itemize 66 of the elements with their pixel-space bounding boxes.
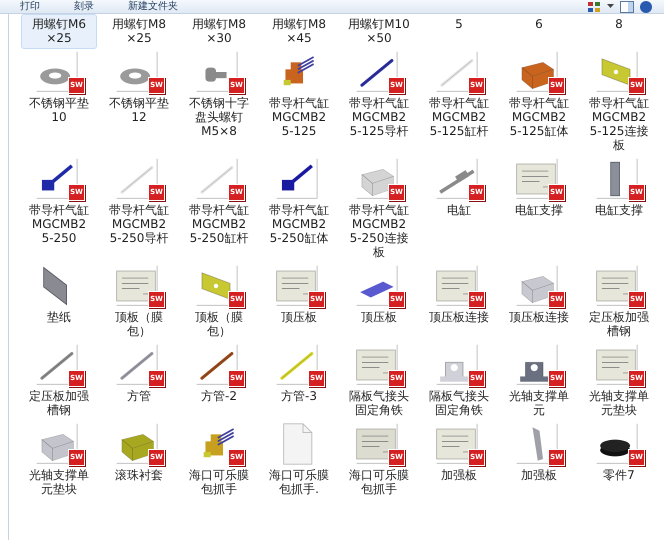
file-name: 5	[455, 17, 463, 31]
file-item[interactable]: 用螺钉M6 ×25	[21, 14, 97, 49]
file-name: 方管	[127, 389, 151, 403]
file-name: 顶压板连接	[429, 310, 489, 324]
file-item[interactable]: 带导杆气缸 MGCMB2 5-250缸体	[261, 156, 337, 249]
toolbar-button[interactable]: 打印	[20, 0, 40, 13]
toolbar-button[interactable]: 新建文件夹	[128, 0, 178, 13]
file-name: 顶板（膜 包）	[195, 310, 243, 338]
file-name: 不锈钢平垫 10	[29, 96, 89, 124]
file-name: 海口可乐膜 包抓手.	[269, 468, 329, 496]
file-name: 加强板	[441, 468, 477, 482]
file-name: 用螺钉M6 ×25	[32, 17, 86, 45]
file-name: 电缸	[447, 203, 471, 217]
file-name: 6	[535, 17, 543, 31]
file-item[interactable]: 6	[501, 14, 577, 35]
file-item[interactable]: 用螺钉M8 ×25	[101, 14, 177, 49]
file-name: 不锈钢平垫 12	[109, 96, 169, 124]
file-name: 8	[615, 17, 623, 31]
file-item[interactable]: 海口可乐膜 包抓手.	[261, 421, 337, 500]
file-name: 方管-3	[281, 389, 317, 403]
file-name: 带导杆气缸 MGCMB2 5-125缸体	[509, 96, 569, 138]
file-name: 隔板气接头 固定角铁	[429, 389, 489, 417]
file-name: 用螺钉M8 ×30	[192, 17, 246, 45]
file-item[interactable]: 用螺钉M10 ×50	[341, 14, 417, 49]
file-name: 用螺钉M10 ×50	[348, 17, 410, 45]
file-name: 不锈钢十字 盘头螺钉 M5×8	[189, 96, 249, 138]
file-name: 带导杆气缸 MGCMB2 5-250导杆	[109, 203, 169, 245]
file-name: 带导杆气缸 MGCMB2 5-250连接 板	[349, 203, 409, 259]
file-name: 带导杆气缸 MGCMB2 5-250	[29, 203, 89, 245]
file-item[interactable]: 用螺钉M8 ×45	[261, 14, 337, 49]
file-name: 带导杆气缸 MGCMB2 5-125缸杆	[429, 96, 489, 138]
file-name: 顶压板连接	[509, 310, 569, 324]
file-name: 带导杆气缸 MGCMB2 5-250缸杆	[189, 203, 249, 245]
file-name: 电缸支撑	[595, 203, 643, 217]
file-item[interactable]: 带导杆气缸 MGCMB2 5-125	[261, 49, 337, 142]
file-name: 带导杆气缸 MGCMB2 5-125连接 板	[589, 96, 649, 152]
file-name: 带导杆气缸 MGCMB2 5-250缸体	[269, 203, 329, 245]
file-name: 电缸支撑	[515, 203, 563, 217]
file-name: 顶板（膜 包）	[115, 310, 163, 338]
toolbar-button[interactable]: 刻录	[74, 0, 94, 13]
file-name: 用螺钉M8 ×45	[272, 17, 326, 45]
file-name: 顶压板	[281, 310, 317, 324]
file-item[interactable]: 垫纸	[21, 263, 97, 328]
file-name: 海口可乐膜 包抓手	[349, 468, 409, 496]
file-name: 垫纸	[47, 310, 71, 324]
file-name: 带导杆气缸 MGCMB2 5-125	[269, 96, 329, 138]
file-name: 滚珠衬套	[115, 468, 163, 482]
file-item[interactable]: 用螺钉M8 ×30	[181, 14, 257, 49]
file-name: 光轴支撑单 元	[509, 389, 569, 417]
file-item[interactable]: 8	[581, 14, 657, 35]
file-name: 光轴支撑单 元垫块	[29, 468, 89, 496]
view-options-icon[interactable]	[587, 0, 601, 12]
file-name: 零件7	[603, 468, 635, 482]
file-name: 方管-2	[201, 389, 237, 403]
file-item[interactable]: 5	[421, 14, 497, 35]
file-name: 定压板加强 槽钢	[589, 310, 649, 338]
preview-pane-icon[interactable]	[620, 0, 634, 12]
file-name: 用螺钉M8 ×25	[112, 17, 166, 45]
file-name: 隔板气接头 固定角铁	[349, 389, 409, 417]
file-name: 加强板	[521, 468, 557, 482]
file-name: 顶压板	[361, 310, 397, 324]
file-name: 光轴支撑单 元垫块	[589, 389, 649, 417]
file-name: 带导杆气缸 MGCMB2 5-125导杆	[349, 96, 409, 138]
file-name: 海口可乐膜 包抓手	[189, 468, 249, 496]
caret-icon[interactable]	[607, 4, 614, 9]
file-name: 定压板加强 槽钢	[29, 389, 89, 417]
